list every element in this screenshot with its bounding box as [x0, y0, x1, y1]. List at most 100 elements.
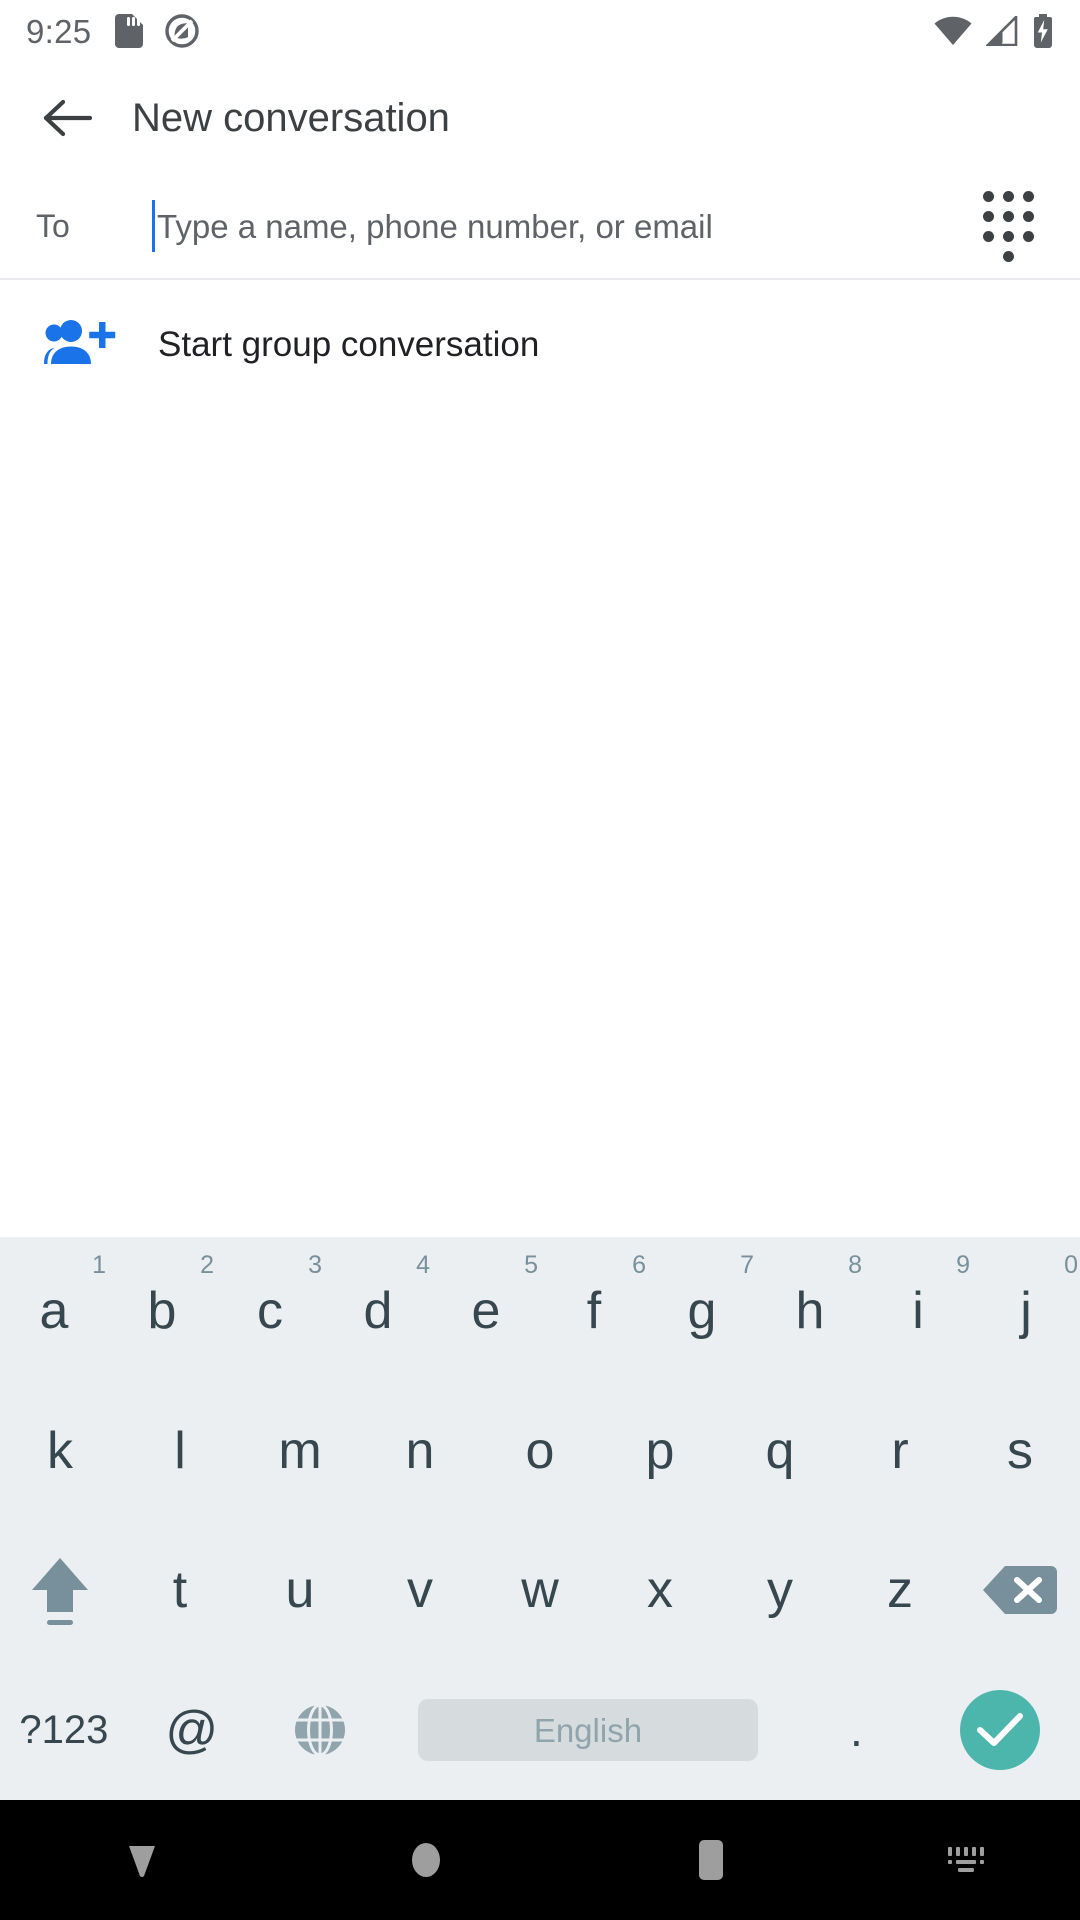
key-label: n — [405, 1421, 435, 1480]
key-n[interactable]: n — [360, 1381, 480, 1521]
home-circle-icon — [405, 1837, 447, 1883]
key-label: e — [471, 1281, 501, 1340]
page-title: New conversation — [132, 96, 450, 140]
key-hint: 6 — [632, 1251, 646, 1279]
key-label: u — [285, 1561, 315, 1620]
back-button[interactable] — [32, 82, 104, 154]
key-p[interactable]: p — [600, 1381, 720, 1521]
key-label: b — [147, 1281, 177, 1340]
key-label: l — [174, 1421, 186, 1480]
at-key[interactable]: @ — [128, 1660, 256, 1800]
key-label: t — [172, 1561, 188, 1620]
key-label: v — [407, 1561, 433, 1620]
dialpad-button[interactable] — [966, 184, 1050, 268]
dialpad-icon — [982, 190, 1034, 262]
navigation-bar — [0, 1800, 1080, 1920]
key-z[interactable]: z — [840, 1521, 960, 1661]
space-key-label: English — [533, 1711, 643, 1749]
at-key-label: @ — [165, 1701, 219, 1760]
key-q[interactable]: q — [720, 1381, 840, 1521]
cellular-signal-icon — [986, 16, 1018, 46]
key-label: g — [687, 1281, 717, 1340]
period-key[interactable]: . — [792, 1660, 920, 1800]
key-label: j — [1020, 1281, 1032, 1340]
key-i[interactable]: i 9 — [864, 1241, 972, 1381]
dialpad-dot — [1002, 250, 1014, 262]
key-hint: 4 — [416, 1251, 430, 1279]
symbols-key-label: ?123 — [19, 1708, 109, 1753]
key-label: f — [586, 1281, 602, 1340]
key-label: w — [521, 1561, 559, 1620]
key-x[interactable]: x — [600, 1521, 720, 1661]
status-clock: 9:25 — [26, 12, 92, 50]
key-s[interactable]: s — [960, 1381, 1080, 1521]
keyboard-row-2: k l m n o p q r s — [0, 1381, 1080, 1521]
nav-keyboard-switch-button[interactable] — [853, 1800, 1080, 1920]
app-bar: New conversation — [0, 62, 1080, 174]
recipient-placeholder: Type a name, phone number, or email — [157, 207, 713, 245]
battery-charging-icon — [1032, 14, 1054, 48]
key-r[interactable]: r — [840, 1381, 960, 1521]
key-hint: 7 — [740, 1251, 754, 1279]
key-k[interactable]: k — [0, 1381, 120, 1521]
dialpad-dot — [1002, 230, 1014, 242]
dialpad-dot — [1002, 210, 1014, 222]
keyboard-row-4: ?123 @ English . — [0, 1660, 1080, 1800]
dialpad-dot — [982, 230, 994, 242]
period-key-label: . — [849, 1704, 863, 1757]
language-switch-key[interactable] — [256, 1660, 384, 1800]
key-g[interactable]: g 7 — [648, 1241, 756, 1381]
dialpad-dot — [1022, 210, 1034, 222]
dialpad-dot — [1022, 190, 1034, 202]
nav-home-button[interactable] — [284, 1800, 568, 1920]
key-label: s — [1007, 1421, 1033, 1480]
key-m[interactable]: m — [240, 1381, 360, 1521]
key-d[interactable]: d 4 — [324, 1241, 432, 1381]
enter-key-circle — [960, 1690, 1041, 1771]
key-label: o — [525, 1421, 555, 1480]
key-b[interactable]: b 2 — [108, 1241, 216, 1381]
key-v[interactable]: v — [360, 1521, 480, 1661]
shift-icon — [28, 1552, 92, 1628]
dialpad-dot — [1002, 190, 1014, 202]
key-label: r — [891, 1421, 909, 1480]
dialpad-dot — [1022, 230, 1034, 242]
key-hint: 1 — [92, 1251, 106, 1279]
key-j[interactable]: j 0 — [972, 1241, 1080, 1381]
key-a[interactable]: a 1 — [0, 1241, 108, 1381]
key-label: c — [257, 1281, 283, 1340]
enter-key[interactable] — [920, 1660, 1080, 1800]
key-o[interactable]: o — [480, 1381, 600, 1521]
symbols-key[interactable]: ?123 — [0, 1660, 128, 1800]
recipient-row: To Type a name, phone number, or email — [0, 174, 1080, 278]
key-e[interactable]: e 5 — [432, 1241, 540, 1381]
key-y[interactable]: y — [720, 1521, 840, 1661]
nav-back-button[interactable] — [0, 1800, 284, 1920]
group-add-icon — [44, 318, 120, 370]
wifi-icon — [934, 16, 972, 46]
suggestion-list: Start group conversation — [0, 280, 1080, 1237]
key-f[interactable]: f 6 — [540, 1241, 648, 1381]
backspace-icon — [981, 1562, 1059, 1618]
shift-key[interactable] — [0, 1521, 120, 1661]
key-t[interactable]: t — [120, 1521, 240, 1661]
space-key[interactable]: English — [383, 1660, 792, 1800]
start-group-conversation-row[interactable]: Start group conversation — [0, 280, 1080, 408]
key-label: x — [647, 1561, 673, 1620]
key-h[interactable]: h 8 — [756, 1241, 864, 1381]
key-label: p — [645, 1421, 675, 1480]
start-group-conversation-label: Start group conversation — [158, 324, 540, 364]
key-u[interactable]: u — [240, 1521, 360, 1661]
key-c[interactable]: c 3 — [216, 1241, 324, 1381]
recipient-input[interactable]: Type a name, phone number, or email — [152, 196, 966, 256]
backspace-key[interactable] — [960, 1521, 1080, 1661]
nav-recents-button[interactable] — [568, 1800, 852, 1920]
key-l[interactable]: l — [120, 1381, 240, 1521]
status-bar-left: 9:25 — [26, 12, 200, 50]
phone-screen: 9:25 New conversation To Type a name, ph… — [0, 0, 1080, 1920]
to-label: To — [36, 208, 70, 244]
key-w[interactable]: w — [480, 1521, 600, 1661]
back-arrow-icon — [43, 96, 93, 140]
key-hint: 3 — [308, 1251, 322, 1279]
key-label: z — [887, 1561, 913, 1620]
